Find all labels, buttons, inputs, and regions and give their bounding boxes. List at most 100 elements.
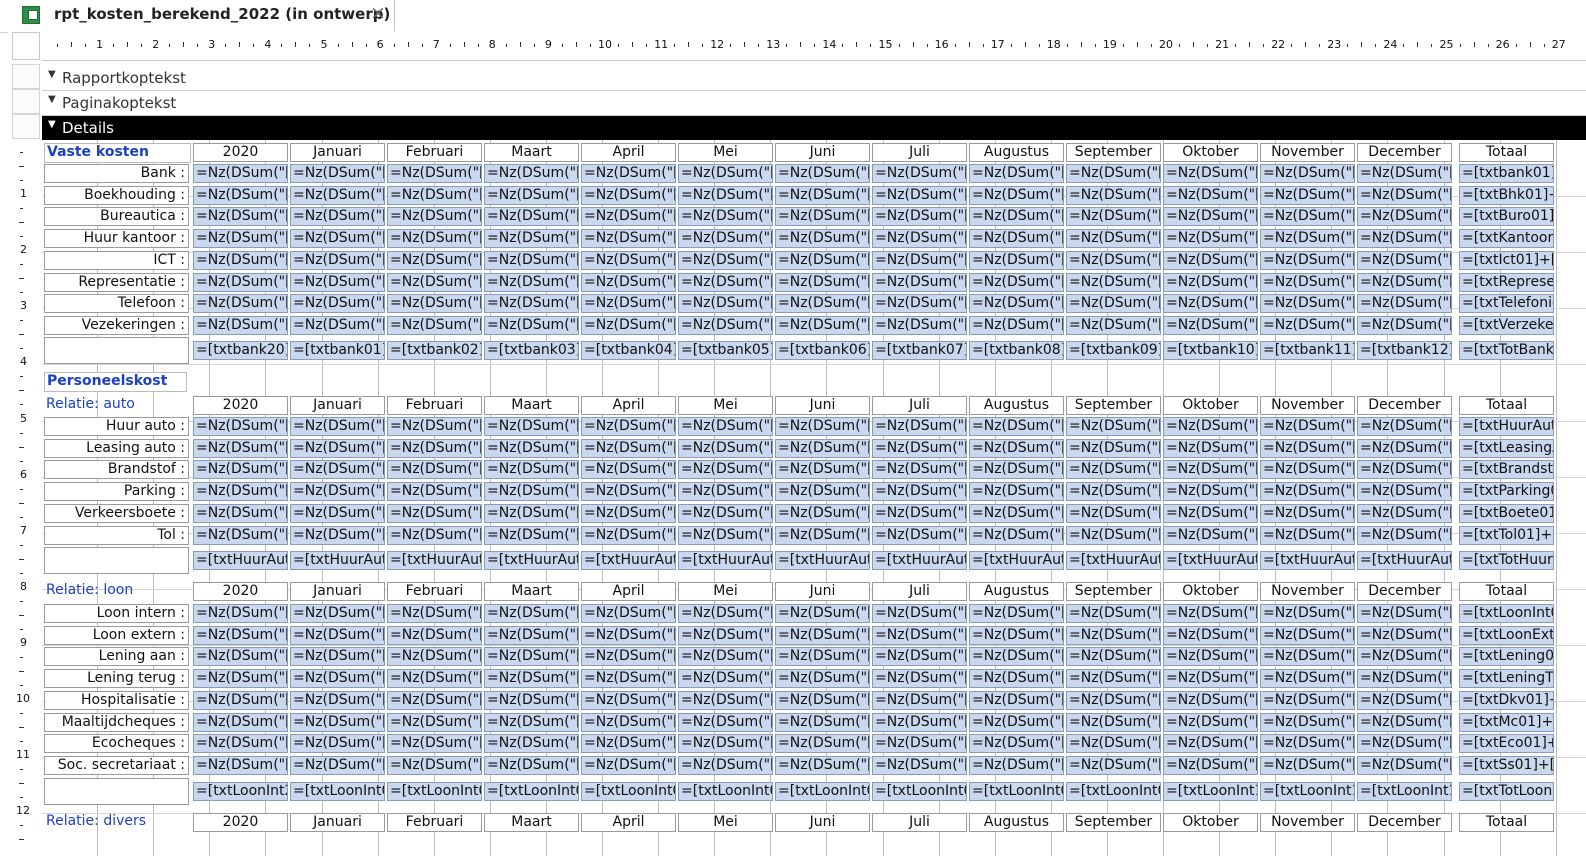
column-header-oktober[interactable]: Oktober — [1163, 143, 1258, 162]
sum-cell[interactable]: =[txtHuurAuto1 — [1357, 551, 1452, 570]
sum-cell[interactable]: =[txtbank05]+[ — [678, 341, 773, 360]
row-label[interactable]: Brandstof : — [44, 460, 189, 480]
column-header-augustus[interactable]: Augustus — [969, 396, 1064, 415]
formula-cell[interactable]: =Nz(DSum("[B — [775, 690, 870, 710]
formula-cell[interactable]: =Nz(DSum("[B — [678, 315, 773, 335]
sum-cell[interactable]: =[txtHuurAuto( — [290, 551, 385, 570]
formula-cell[interactable]: =Nz(DSum("[Bl — [1260, 525, 1355, 545]
formula-cell[interactable]: =Nz(DSum("[B — [193, 755, 288, 775]
formula-cell[interactable]: =Nz(DSum("[B — [775, 164, 870, 183]
formula-cell[interactable]: =Nz(DSum("[B — [484, 690, 579, 710]
formula-cell[interactable]: =Nz(DSum("[Bl — [1163, 503, 1258, 523]
formula-cell[interactable]: =Nz(DSum("[B — [1066, 229, 1161, 249]
row-label[interactable]: Boekhouding : — [44, 185, 189, 205]
sum-cell[interactable]: =[txtLoonInt07 — [872, 782, 967, 801]
column-header-2020[interactable]: 2020 — [193, 396, 288, 415]
formula-cell[interactable]: =Nz(DSum("[B — [484, 712, 579, 732]
formula-cell[interactable]: =Nz(DSum("[B — [678, 250, 773, 270]
formula-cell[interactable]: =Nz(DSum("[B — [193, 625, 288, 645]
sum-cell[interactable]: =[txtLoonInt20 — [193, 782, 288, 801]
row-label[interactable]: Lening aan : — [44, 647, 189, 667]
formula-cell[interactable]: =Nz(DSum("[B — [290, 315, 385, 335]
formula-cell[interactable]: =Nz(DSum("[B — [969, 185, 1064, 205]
formula-cell[interactable]: =Nz(DSum("[B — [678, 503, 773, 523]
section-page-header[interactable]: ▼ Paginakoptekst — [42, 91, 1586, 116]
formula-cell[interactable]: =Nz(DSum("[B — [193, 460, 288, 480]
formula-cell[interactable]: =Nz(DSum("[B — [1066, 185, 1161, 205]
section-details[interactable]: ▼ Details — [42, 116, 1586, 140]
formula-cell[interactable]: =Nz(DSum("[B — [1066, 604, 1161, 623]
row-total-cell[interactable]: =[txtLoonExt01 — [1459, 625, 1554, 645]
sum-cell[interactable]: =[txtHuurAuto( — [387, 551, 482, 570]
sum-cell[interactable]: =[txtHuurAuto( — [581, 551, 676, 570]
formula-cell[interactable]: =Nz(DSum("[Bl — [1260, 669, 1355, 689]
sum-cell[interactable]: =[txtTotHuurAu — [1459, 551, 1554, 570]
formula-cell[interactable]: =Nz(DSum("[Bl — [1260, 755, 1355, 775]
sum-cell[interactable]: =[txtLoonInt12 — [1357, 782, 1452, 801]
formula-cell[interactable]: =Nz(DSum("[Bl — [1357, 525, 1452, 545]
formula-cell[interactable]: =Nz(DSum("[Bl — [1163, 647, 1258, 667]
formula-cell[interactable]: =Nz(DSum("[B — [775, 229, 870, 249]
formula-cell[interactable]: =Nz(DSum("[B — [193, 272, 288, 292]
formula-cell[interactable]: =Nz(DSum("[Bl — [1163, 164, 1258, 183]
formula-cell[interactable]: =Nz(DSum("[Bl — [1357, 712, 1452, 732]
row-label[interactable]: ICT : — [44, 250, 189, 270]
section-report-header[interactable]: ▼ Rapportkoptekst — [42, 66, 1586, 91]
sum-cell[interactable]: =[txtLoonInt06 — [775, 782, 870, 801]
formula-cell[interactable]: =Nz(DSum("[B — [872, 755, 967, 775]
formula-cell[interactable]: =Nz(DSum("[B — [969, 669, 1064, 689]
formula-cell[interactable]: =Nz(DSum("[B — [775, 625, 870, 645]
formula-cell[interactable]: =Nz(DSum("[B — [290, 690, 385, 710]
sum-cell[interactable]: =[txtbank06]+[ — [775, 341, 870, 360]
column-header-januari[interactable]: Januari — [290, 396, 385, 415]
row-label[interactable]: Maaltijdcheques : — [44, 712, 189, 732]
formula-cell[interactable]: =Nz(DSum("[B — [678, 294, 773, 314]
formula-cell[interactable]: =Nz(DSum("[B — [1066, 647, 1161, 667]
formula-cell[interactable]: =Nz(DSum("[Bl — [1357, 647, 1452, 667]
column-header-september[interactable]: September — [1066, 813, 1161, 832]
column-header-juni[interactable]: Juni — [775, 582, 870, 601]
column-header-september[interactable]: September — [1066, 582, 1161, 601]
formula-cell[interactable]: =Nz(DSum("[B — [290, 207, 385, 227]
sum-cell[interactable]: =[txtLoonInt02 — [387, 782, 482, 801]
row-total-cell[interactable]: =[txtRepresent — [1459, 272, 1554, 292]
formula-cell[interactable]: =Nz(DSum("[Bl — [1260, 164, 1355, 183]
formula-cell[interactable]: =Nz(DSum("[B — [872, 272, 967, 292]
formula-cell[interactable]: =Nz(DSum("[B — [193, 315, 288, 335]
row-total-cell[interactable]: =[txtLoonInt01 — [1459, 604, 1554, 623]
formula-cell[interactable]: =Nz(DSum("[B — [484, 734, 579, 754]
formula-cell[interactable]: =Nz(DSum("[B — [193, 690, 288, 710]
formula-cell[interactable]: =Nz(DSum("[B — [969, 294, 1064, 314]
formula-cell[interactable]: =Nz(DSum("[B — [1066, 755, 1161, 775]
column-header-mei[interactable]: Mei — [678, 813, 773, 832]
formula-cell[interactable]: =Nz(DSum("[B — [484, 525, 579, 545]
formula-cell[interactable]: =Nz(DSum("[B — [1066, 712, 1161, 732]
formula-cell[interactable]: =Nz(DSum("[B — [484, 294, 579, 314]
formula-cell[interactable]: =Nz(DSum("[B — [290, 503, 385, 523]
report-header-selector[interactable] — [12, 64, 40, 89]
close-tab-icon[interactable]: × — [370, 2, 386, 24]
column-header-december[interactable]: December — [1357, 143, 1452, 162]
formula-cell[interactable]: =Nz(DSum("[B — [484, 250, 579, 270]
formula-cell[interactable]: =Nz(DSum("[B — [775, 417, 870, 436]
formula-cell[interactable]: =Nz(DSum("[Bl — [1163, 460, 1258, 480]
formula-cell[interactable]: =Nz(DSum("[B — [484, 625, 579, 645]
formula-cell[interactable]: =Nz(DSum("[B — [193, 207, 288, 227]
formula-cell[interactable]: =Nz(DSum("[Bl — [1260, 460, 1355, 480]
formula-cell[interactable]: =Nz(DSum("[B — [387, 604, 482, 623]
row-total-cell[interactable]: =[txtParking01 — [1459, 482, 1554, 502]
formula-cell[interactable]: =Nz(DSum("[Bl — [1260, 207, 1355, 227]
column-header-december[interactable]: December — [1357, 396, 1452, 415]
formula-cell[interactable]: =Nz(DSum("[Bl — [1163, 669, 1258, 689]
formula-cell[interactable]: =Nz(DSum("[B — [678, 712, 773, 732]
formula-cell[interactable]: =Nz(DSum("[B — [969, 604, 1064, 623]
row-total-cell[interactable]: =[txtLeningT01 — [1459, 669, 1554, 689]
sum-cell[interactable]: =[txtHuurAuto( — [1066, 551, 1161, 570]
column-header-maart[interactable]: Maart — [484, 396, 579, 415]
formula-cell[interactable]: =Nz(DSum("[B — [775, 755, 870, 775]
formula-cell[interactable]: =Nz(DSum("[B — [290, 604, 385, 623]
formula-cell[interactable]: =Nz(DSum("[Bl — [1260, 712, 1355, 732]
row-total-cell[interactable]: =[txtLening01] — [1459, 647, 1554, 667]
formula-cell[interactable]: =Nz(DSum("[Bl — [1357, 604, 1452, 623]
formula-cell[interactable]: =Nz(DSum("[B — [484, 185, 579, 205]
